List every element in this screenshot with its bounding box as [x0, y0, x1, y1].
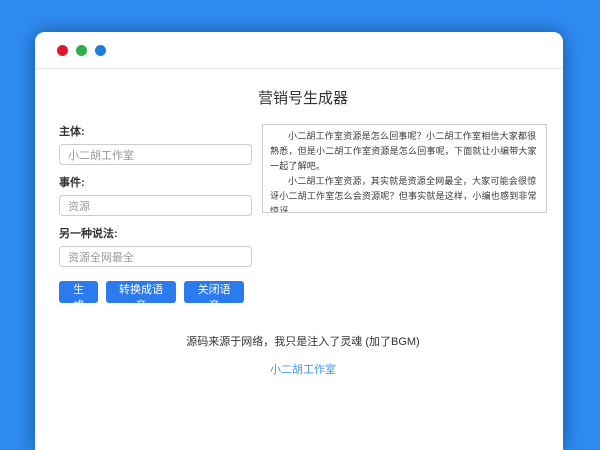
- page-title: 营销号生成器: [59, 87, 547, 108]
- app-window: 营销号生成器 主体: 事件: 另一种说法: 生成 转换成语音 关闭语音 小二胡工…: [35, 32, 563, 450]
- maximize-window-dot-icon[interactable]: [95, 45, 106, 56]
- event-field-label: 事件:: [59, 174, 252, 190]
- window-titlebar: [35, 32, 563, 69]
- convert-speech-button[interactable]: 转换成语音: [106, 281, 176, 303]
- minimize-window-dot-icon[interactable]: [76, 45, 87, 56]
- generate-button[interactable]: 生成: [59, 281, 98, 303]
- generated-text-output[interactable]: 小二胡工作室资源是怎么回事呢？小二胡工作室相信大家都很熟悉，但是小二胡工作室资源…: [262, 124, 547, 213]
- source-note: 源码来源于网络，我只是注入了灵魂 (加了BGM): [59, 333, 547, 349]
- event-input[interactable]: [59, 195, 252, 216]
- button-row: 生成 转换成语音 关闭语音: [59, 281, 252, 303]
- studio-link[interactable]: 小二胡工作室: [270, 364, 336, 376]
- output-paragraph: 小二胡工作室资源，其实就是资源全网最全，大家可能会很惊讶小二胡工作室怎么会资源呢…: [270, 174, 539, 213]
- close-window-dot-icon[interactable]: [57, 45, 68, 56]
- output-paragraph: 小二胡工作室资源是怎么回事呢？小二胡工作室相信大家都很熟悉，但是小二胡工作室资源…: [270, 129, 539, 174]
- main-row: 主体: 事件: 另一种说法: 生成 转换成语音 关闭语音 小二胡工作室资源是怎么…: [59, 114, 547, 303]
- subject-input[interactable]: [59, 144, 252, 165]
- generator-form: 主体: 事件: 另一种说法: 生成 转换成语音 关闭语音: [59, 114, 252, 303]
- alt-phrase-input[interactable]: [59, 246, 252, 267]
- close-speech-button[interactable]: 关闭语音: [184, 281, 244, 303]
- subject-field-label: 主体:: [59, 123, 252, 139]
- footer-link-wrap: 小二胡工作室: [59, 360, 547, 378]
- alt-phrase-field-label: 另一种说法:: [59, 225, 252, 241]
- page-content: 营销号生成器 主体: 事件: 另一种说法: 生成 转换成语音 关闭语音 小二胡工…: [35, 69, 563, 378]
